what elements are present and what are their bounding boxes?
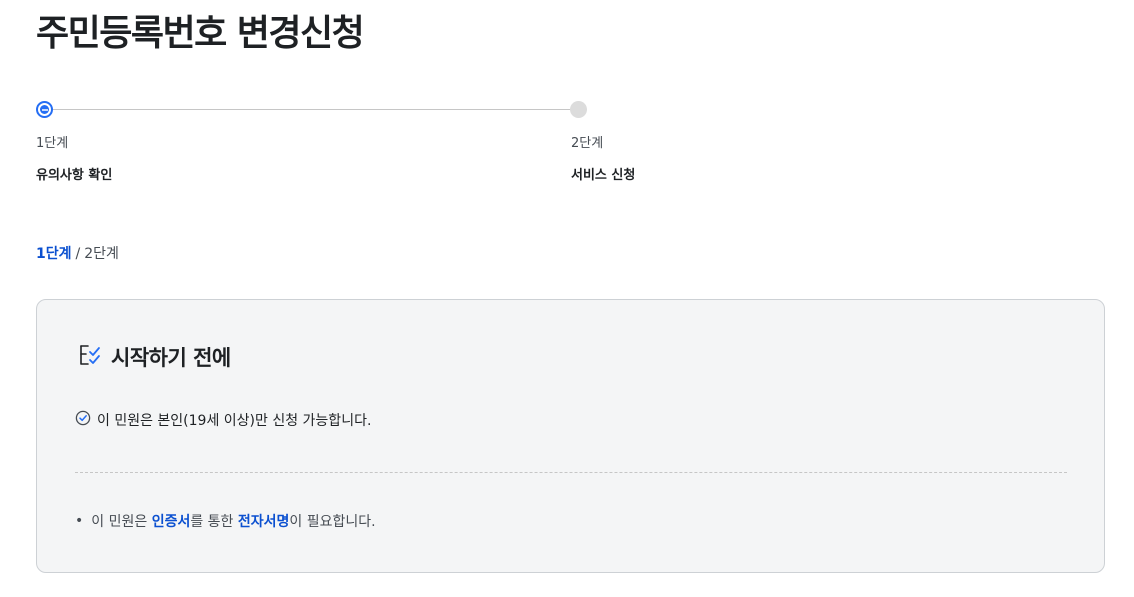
step-active-dots-icon <box>42 109 48 111</box>
progress-total: 2단계 <box>84 246 119 262</box>
step-2-indicator <box>570 101 587 118</box>
notice-card: 시작하기 전에 이 민원은 본인(19세 이상)만 신청 가능합니다. • 이 … <box>36 299 1105 573</box>
step-2-label: 서비스 신청 <box>571 168 636 183</box>
progress-separator: / <box>75 246 81 262</box>
step-progress: 1단계/2단계 <box>36 243 119 263</box>
progress-current: 1단계 <box>36 246 72 262</box>
check-item: 이 민원은 본인(19세 이상)만 신청 가능합니다. <box>75 410 371 430</box>
highlight-e-signature: 전자서명 <box>237 514 290 530</box>
bullet-text-3: 이 필요합니다. <box>289 514 376 530</box>
page: 주민등록번호 변경신청 1단계 유의사항 확인 2단계 서비스 신청 1단계/2… <box>0 0 1134 597</box>
check-circle-icon <box>75 410 91 430</box>
stepper: 1단계 유의사항 확인 2단계 서비스 신청 <box>36 100 635 190</box>
step-1-indicator <box>36 101 53 118</box>
bullet-item: • 이 민원은 인증서 를 통한 전자서명 이 필요합니다. <box>75 511 376 531</box>
notice-title-text: 시작하기 전에 <box>111 346 231 370</box>
stepper-line <box>45 109 579 110</box>
step-2-number: 2단계 <box>571 136 604 151</box>
page-title: 주민등록번호 변경신청 <box>36 13 365 54</box>
bullet-text-2: 를 통한 <box>190 514 238 530</box>
bullet-text-1: 이 민원은 <box>91 514 152 530</box>
step-1-number: 1단계 <box>36 136 69 151</box>
bullet-icon: • <box>75 513 84 529</box>
step-1-label: 유의사항 확인 <box>36 168 113 183</box>
dashed-divider <box>75 472 1067 473</box>
notice-title: 시작하기 전에 <box>77 342 231 372</box>
highlight-certificate: 인증서 <box>151 514 191 530</box>
check-item-text: 이 민원은 본인(19세 이상)만 신청 가능합니다. <box>97 413 372 429</box>
checklist-icon <box>77 342 103 372</box>
